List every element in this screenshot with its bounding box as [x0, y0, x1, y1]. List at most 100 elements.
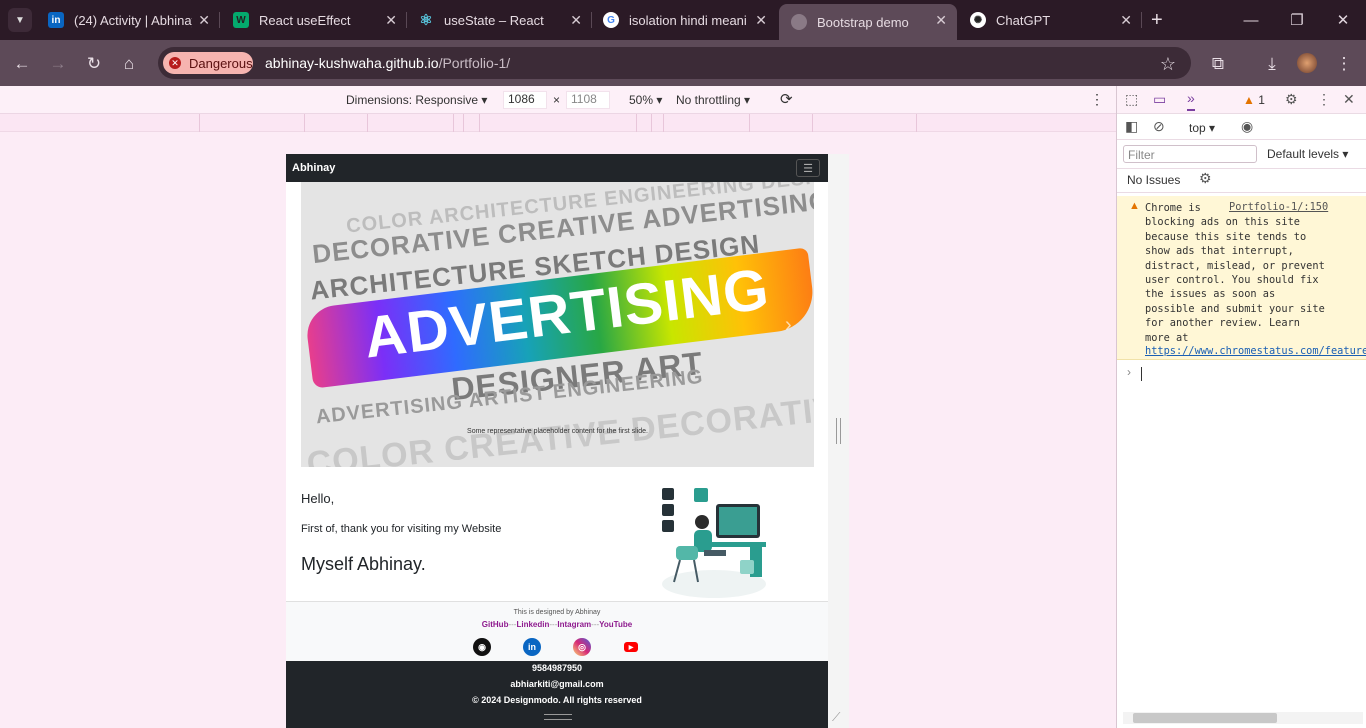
- danger-icon: ✕: [169, 57, 181, 69]
- tab-react-useeffect[interactable]: W React useEffect ✕: [221, 0, 407, 40]
- issues-count: 1: [1258, 93, 1265, 107]
- tab-google[interactable]: G isolation hindi meaning ✕: [591, 0, 777, 40]
- console-input-caret[interactable]: [1141, 367, 1142, 381]
- chromestatus-link[interactable]: https://www.chromestatus.com/feature: [1145, 345, 1366, 357]
- context-select[interactable]: top ▾: [1189, 121, 1215, 135]
- restore-icon[interactable]: ❐: [1274, 0, 1320, 40]
- linkedin-icon[interactable]: in: [523, 638, 541, 656]
- rotate-icon[interactable]: ⟳: [780, 90, 793, 108]
- instagram-icon[interactable]: ◎: [573, 638, 591, 656]
- console-settings-gear-icon[interactable]: ⚙: [1199, 170, 1212, 187]
- resize-handle-right[interactable]: [836, 418, 841, 444]
- media-query-ruler: [0, 114, 1116, 132]
- ruler-tick: [304, 114, 305, 132]
- scrollbar-thumb[interactable]: [1133, 713, 1277, 723]
- context-label: top: [1189, 121, 1206, 135]
- ruler-tick: [749, 114, 750, 132]
- menu-kebab-icon[interactable]: ⋮: [1331, 51, 1357, 77]
- ruler-tick: [479, 114, 480, 132]
- issues-counter[interactable]: ▲ 1: [1243, 93, 1265, 107]
- minimize-icon[interactable]: —: [1228, 0, 1274, 40]
- ruler-tick: [916, 114, 917, 132]
- settings-gear-icon[interactable]: ⚙: [1285, 91, 1298, 108]
- devtools-panel: ⬚ ▭ » ▲ 1 ⚙ ⋮ ✕ ◧ ⊘ top ▾ ◉ Filter Defau…: [1116, 86, 1366, 728]
- no-issues-label[interactable]: No Issues: [1127, 173, 1180, 187]
- zoom-select[interactable]: 50% ▾: [629, 93, 662, 107]
- divider: [1117, 168, 1366, 169]
- tab-title: React useEffect: [259, 12, 351, 28]
- site-navbar: Abhinay ☰: [286, 154, 828, 182]
- github-link[interactable]: GitHub: [482, 620, 509, 629]
- devtools-horizontal-scrollbar[interactable]: [1123, 712, 1363, 724]
- sidebar-toggle-icon[interactable]: ◧: [1125, 118, 1138, 135]
- more-tabs-icon[interactable]: »: [1187, 90, 1195, 111]
- tab-linkedin[interactable]: in (24) Activity | Abhinay ✕: [36, 0, 220, 40]
- throttling-select[interactable]: No throttling ▾: [676, 93, 750, 107]
- ruler-tick: [463, 114, 464, 132]
- youtube-link[interactable]: YouTube: [599, 620, 632, 629]
- log-levels-select[interactable]: Default levels ▾: [1267, 147, 1348, 161]
- w3schools-icon: W: [233, 12, 249, 28]
- width-input[interactable]: 1086: [503, 91, 547, 109]
- youtube-icon[interactable]: ▶: [624, 642, 638, 652]
- back-icon[interactable]: ←: [9, 51, 35, 77]
- developer-illustration: [662, 488, 766, 598]
- device-more-icon[interactable]: ⋮: [1090, 91, 1104, 108]
- navbar-brand[interactable]: Abhinay: [292, 162, 335, 174]
- instagram-link[interactable]: Intagram: [557, 620, 591, 629]
- source-link[interactable]: Portfolio-1/:150: [1229, 201, 1328, 213]
- close-tab-icon[interactable]: ✕: [385, 12, 397, 29]
- tab-title: isolation hindi meaning: [629, 12, 747, 28]
- ruler-tick: [651, 114, 652, 132]
- device-toggle-icon[interactable]: ▭: [1153, 91, 1166, 108]
- tab-bootstrap-demo[interactable]: Bootstrap demo ✕: [779, 4, 957, 40]
- linkedin-icon: in: [48, 12, 64, 28]
- tab-search-chevron-icon[interactable]: ▼: [8, 8, 32, 32]
- tab-usestate[interactable]: ⚛ useState – React ✕: [406, 0, 592, 40]
- ruler-tick: [663, 114, 664, 132]
- close-tab-icon[interactable]: ✕: [198, 12, 210, 29]
- download-icon[interactable]: ⤓: [1259, 51, 1285, 77]
- home-icon[interactable]: ⌂: [116, 51, 142, 77]
- clear-console-icon[interactable]: ⊘: [1153, 118, 1165, 135]
- close-tab-icon[interactable]: ✕: [1120, 12, 1132, 29]
- dimensions-select[interactable]: Dimensions: Responsive ▾: [346, 93, 487, 107]
- chatgpt-icon: ✺: [970, 12, 986, 28]
- resize-handle-bottom[interactable]: [544, 714, 572, 720]
- devtools-more-icon[interactable]: ⋮: [1317, 91, 1331, 108]
- new-tab-icon[interactable]: +: [1151, 9, 1163, 32]
- inspect-element-icon[interactable]: ⬚: [1125, 91, 1138, 108]
- forward-icon[interactable]: →: [45, 51, 71, 77]
- throttling-label: No throttling: [676, 93, 741, 107]
- console-filter-input[interactable]: Filter: [1123, 145, 1257, 163]
- bookmark-star-icon[interactable]: ☆: [1155, 51, 1181, 77]
- warning-icon: ▲: [1129, 200, 1140, 212]
- close-tab-icon[interactable]: ✕: [935, 12, 947, 29]
- close-window-icon[interactable]: ✕: [1320, 0, 1366, 40]
- close-devtools-icon[interactable]: ✕: [1343, 91, 1355, 108]
- console-warning-message: ▲ Chrome is blocking ads on this site be…: [1117, 196, 1366, 360]
- reload-icon[interactable]: ↻: [81, 51, 107, 77]
- console-prompt-chevron-icon: ›: [1127, 365, 1131, 379]
- ruler-tick: [636, 114, 637, 132]
- profile-avatar[interactable]: [1297, 53, 1317, 73]
- close-tab-icon[interactable]: ✕: [755, 12, 767, 29]
- url-text[interactable]: abhinay-kushwaha.github.io/Portfolio-1/: [265, 55, 510, 71]
- height-input[interactable]: 1108: [566, 91, 610, 109]
- github-icon[interactable]: ◉: [473, 638, 491, 656]
- times-sign: ×: [553, 93, 561, 107]
- intro-heading: Myself Abhinay.: [301, 554, 426, 574]
- hamburger-menu-icon[interactable]: ☰: [796, 159, 820, 177]
- tab-title: Bootstrap demo: [817, 14, 909, 30]
- url-host: abhinay-kushwaha.github.io: [265, 55, 439, 71]
- resize-corner-icon[interactable]: ⟋: [832, 710, 840, 725]
- dangerous-site-chip[interactable]: ✕ Dangerous: [163, 52, 253, 74]
- extensions-icon[interactable]: ⧉: [1205, 51, 1231, 77]
- security-label: Dangerous: [189, 55, 253, 71]
- tab-chatgpt[interactable]: ✺ ChatGPT ✕: [958, 0, 1142, 40]
- close-tab-icon[interactable]: ✕: [570, 12, 582, 29]
- carousel-next-icon[interactable]: ›: [785, 314, 792, 337]
- linkedin-link[interactable]: Linkedin: [516, 620, 549, 629]
- copyright-text: © 2024 Designmodo. All rights reserved: [472, 695, 642, 705]
- live-expression-eye-icon[interactable]: ◉: [1241, 118, 1253, 135]
